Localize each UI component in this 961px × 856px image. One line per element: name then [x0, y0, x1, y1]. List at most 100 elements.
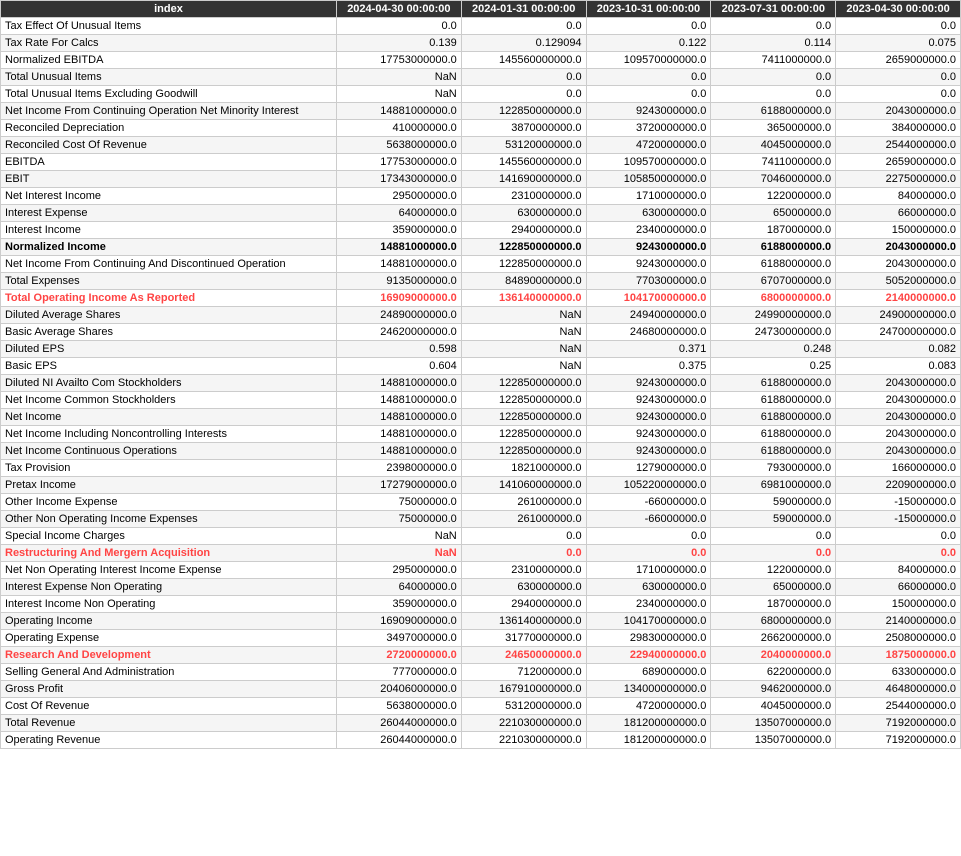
- table-row: Diluted Average Shares24890000000.0NaN24…: [1, 307, 961, 324]
- row-value: 24650000000.0: [461, 647, 586, 664]
- row-value: 7703000000.0: [586, 273, 711, 290]
- row-value: 4045000000.0: [711, 698, 836, 715]
- row-value: 9243000000.0: [586, 392, 711, 409]
- table-row: EBITDA17753000000.0145560000000.01095700…: [1, 154, 961, 171]
- table-row: Research And Development2720000000.02465…: [1, 647, 961, 664]
- row-value: 6188000000.0: [711, 375, 836, 392]
- row-value: 0.0: [336, 18, 461, 35]
- row-value: 24990000000.0: [711, 307, 836, 324]
- row-value: 24940000000.0: [586, 307, 711, 324]
- row-value: 7411000000.0: [711, 154, 836, 171]
- table-row: Reconciled Cost Of Revenue5638000000.053…: [1, 137, 961, 154]
- table-row: Interest Expense Non Operating64000000.0…: [1, 579, 961, 596]
- row-label: Net Income From Continuing And Discontin…: [1, 256, 337, 273]
- row-label: Operating Income: [1, 613, 337, 630]
- row-value: 9243000000.0: [586, 103, 711, 120]
- row-value: 0.0: [836, 528, 961, 545]
- row-value: 6981000000.0: [711, 477, 836, 494]
- row-label: Reconciled Depreciation: [1, 120, 337, 137]
- row-value: 2940000000.0: [461, 222, 586, 239]
- row-value: 0.0: [586, 18, 711, 35]
- row-value: 0.0: [461, 528, 586, 545]
- row-value: 14881000000.0: [336, 239, 461, 256]
- table-row: Operating Income16909000000.013614000000…: [1, 613, 961, 630]
- row-value: 64000000.0: [336, 205, 461, 222]
- row-label: Operating Revenue: [1, 732, 337, 749]
- row-value: 104170000000.0: [586, 290, 711, 307]
- row-value: NaN: [336, 528, 461, 545]
- table-row: Net Income From Continuing And Discontin…: [1, 256, 961, 273]
- row-value: 65000000.0: [711, 205, 836, 222]
- date-header-5: 2023-04-30 00:00:00: [836, 1, 961, 18]
- row-label: Total Expenses: [1, 273, 337, 290]
- row-value: 7046000000.0: [711, 171, 836, 188]
- row-value: 141690000000.0: [461, 171, 586, 188]
- row-label: Interest Expense: [1, 205, 337, 222]
- row-value: 0.0: [711, 545, 836, 562]
- row-value: 122000000.0: [711, 562, 836, 579]
- row-value: 122850000000.0: [461, 239, 586, 256]
- row-value: 59000000.0: [711, 494, 836, 511]
- row-value: 0.604: [336, 358, 461, 375]
- row-value: 26044000000.0: [336, 715, 461, 732]
- row-value: 6707000000.0: [711, 273, 836, 290]
- row-value: 122850000000.0: [461, 256, 586, 273]
- row-value: 24900000000.0: [836, 307, 961, 324]
- row-value: 0.082: [836, 341, 961, 358]
- row-value: 4045000000.0: [711, 137, 836, 154]
- row-value: 2140000000.0: [836, 290, 961, 307]
- row-value: 109570000000.0: [586, 154, 711, 171]
- row-value: 9243000000.0: [586, 239, 711, 256]
- row-value: 24890000000.0: [336, 307, 461, 324]
- row-value: 24730000000.0: [711, 324, 836, 341]
- row-value: 1875000000.0: [836, 647, 961, 664]
- row-value: 16909000000.0: [336, 613, 461, 630]
- table-row: Reconciled Depreciation410000000.0387000…: [1, 120, 961, 137]
- table-row: Interest Income359000000.02940000000.023…: [1, 222, 961, 239]
- row-label: Normalized Income: [1, 239, 337, 256]
- row-value: 630000000.0: [461, 579, 586, 596]
- row-label: Gross Profit: [1, 681, 337, 698]
- row-value: 2043000000.0: [836, 443, 961, 460]
- row-label: Net Income Continuous Operations: [1, 443, 337, 460]
- row-value: 2043000000.0: [836, 239, 961, 256]
- row-value: 134000000000.0: [586, 681, 711, 698]
- row-value: 17753000000.0: [336, 154, 461, 171]
- row-value: 2659000000.0: [836, 154, 961, 171]
- row-value: 65000000.0: [711, 579, 836, 596]
- row-value: 14881000000.0: [336, 256, 461, 273]
- row-value: 14881000000.0: [336, 409, 461, 426]
- table-row: Tax Provision2398000000.01821000000.0127…: [1, 460, 961, 477]
- row-value: 75000000.0: [336, 494, 461, 511]
- table-row: Normalized Income14881000000.01228500000…: [1, 239, 961, 256]
- row-value: 359000000.0: [336, 596, 461, 613]
- row-value: NaN: [336, 69, 461, 86]
- row-value: NaN: [461, 324, 586, 341]
- row-value: 9243000000.0: [586, 426, 711, 443]
- row-value: 0.0: [586, 86, 711, 103]
- row-value: 109570000000.0: [586, 52, 711, 69]
- row-value: 793000000.0: [711, 460, 836, 477]
- row-value: 187000000.0: [711, 222, 836, 239]
- row-value: 29830000000.0: [586, 630, 711, 647]
- table-row: Net Interest Income295000000.02310000000…: [1, 188, 961, 205]
- row-value: 2340000000.0: [586, 222, 711, 239]
- row-value: 630000000.0: [586, 579, 711, 596]
- row-label: Interest Income: [1, 222, 337, 239]
- row-value: 105220000000.0: [586, 477, 711, 494]
- table-row: Tax Rate For Calcs0.1390.1290940.1220.11…: [1, 35, 961, 52]
- row-value: 0.0: [461, 86, 586, 103]
- row-value: 2508000000.0: [836, 630, 961, 647]
- row-value: 9243000000.0: [586, 443, 711, 460]
- table-row: Pretax Income17279000000.0141060000000.0…: [1, 477, 961, 494]
- row-label: Diluted Average Shares: [1, 307, 337, 324]
- row-value: 0.114: [711, 35, 836, 52]
- row-value: 622000000.0: [711, 664, 836, 681]
- row-value: 84890000000.0: [461, 273, 586, 290]
- date-header-2: 2024-01-31 00:00:00: [461, 1, 586, 18]
- row-value: 3497000000.0: [336, 630, 461, 647]
- row-label: Cost Of Revenue: [1, 698, 337, 715]
- row-value: 167910000000.0: [461, 681, 586, 698]
- row-value: 777000000.0: [336, 664, 461, 681]
- row-value: 31770000000.0: [461, 630, 586, 647]
